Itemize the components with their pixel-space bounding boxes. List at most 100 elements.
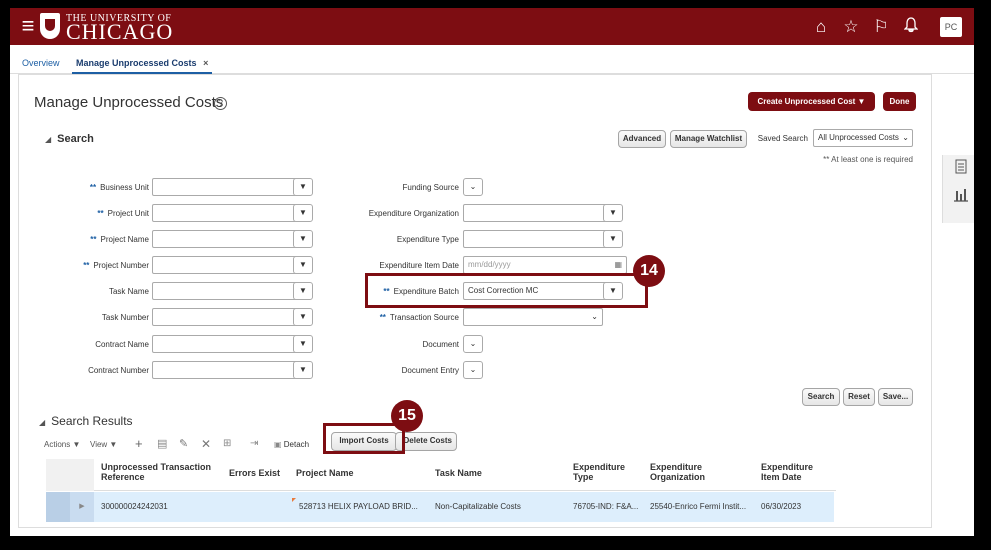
document-select[interactable]: ⌄ [463,335,483,353]
expenditure-organization-label: Expenditure Organization [368,209,459,218]
step-callout-14: 14 [633,255,665,287]
analytics-chart-icon[interactable] [950,186,972,208]
required-marker: ** [83,261,90,270]
done-button[interactable]: Done [883,92,916,111]
freeze-icon[interactable]: ⊞ [223,436,231,452]
project-name-dropdown[interactable]: ▼ [293,230,313,248]
duplicate-icon[interactable]: ▤ [157,436,167,452]
actions-menu[interactable]: Actions ▼ [44,437,80,453]
project-name-input[interactable] [152,230,297,248]
project-number-input[interactable] [152,256,297,274]
col-expenditure-organization[interactable]: Expenditure Organization [650,462,720,482]
task-name-input[interactable] [152,282,297,300]
view-menu[interactable]: View ▼ [90,437,117,453]
expenditure-type-dropdown[interactable]: ▼ [603,230,623,248]
chevron-down-icon: ⌄ [591,312,598,321]
global-header: ≡ THE UNIVERSITY OF CHICAGO ⌂ ☆ ⚐ PC [10,8,974,45]
advanced-button[interactable]: Advanced [618,130,666,148]
task-number-label: Task Number [101,313,149,322]
task-number-input[interactable] [152,308,297,326]
expenditure-organization-dropdown[interactable]: ▼ [603,204,623,222]
contract-number-input[interactable] [152,361,297,379]
cell-transaction-reference: 300000024242031 [101,502,168,511]
project-unit-dropdown[interactable]: ▼ [293,204,313,222]
save-search-button[interactable]: Save... [878,388,913,406]
search-button[interactable]: Search [802,388,840,406]
col-expenditure-item-date[interactable]: Expenditure Item Date [761,462,821,482]
project-number-dropdown[interactable]: ▼ [293,256,313,274]
home-icon[interactable]: ⌂ [810,17,832,37]
cell-task-name: Non-Capitalizable Costs [435,502,521,511]
col-task-name[interactable]: Task Name [435,468,482,478]
required-marker: ** [379,313,386,322]
contract-number-dropdown[interactable]: ▼ [293,361,313,379]
label-text: Project Number [93,261,149,270]
required-marker: ** [90,235,97,244]
calendar-icon[interactable]: ▦ [614,257,622,273]
document-label: Document [422,340,459,349]
add-icon[interactable]: + [135,436,143,452]
results-table-header: Unprocessed Transaction Reference Errors… [46,459,836,491]
detach-control[interactable]: ▣ Detach [274,437,309,453]
document-entry-select[interactable]: ⌄ [463,361,483,379]
contract-name-input[interactable] [152,335,297,353]
wrap-icon[interactable]: ⇥ [250,436,258,452]
expenditure-organization-input[interactable] [463,204,607,222]
menu-hamburger-icon[interactable]: ≡ [18,14,38,38]
expenditure-batch-highlight [365,273,648,308]
table-row[interactable]: ▶ 300000024242031 528713 HELIX PAYLOAD B… [46,492,834,522]
funding-source-select[interactable]: ⌄ [463,178,483,196]
create-unprocessed-cost-button[interactable]: Create Unprocessed Cost ▼ [748,92,875,111]
user-avatar[interactable]: PC [940,17,962,37]
label-text: Transaction Source [389,313,459,322]
reset-button[interactable]: Reset [843,388,875,406]
col-project-name[interactable]: Project Name [296,468,354,478]
delete-x-icon[interactable]: ✕ [201,436,211,452]
help-icon[interactable]: ? [214,97,227,110]
required-marker: ** [97,209,104,218]
saved-search-label: Saved Search [757,134,808,143]
search-section-header[interactable]: ◢ Search [45,133,94,145]
business-unit-dropdown[interactable]: ▼ [293,178,313,196]
page-title: Manage Unprocessed Costs [34,94,224,111]
contract-name-dropdown[interactable]: ▼ [293,335,313,353]
close-tab-icon[interactable]: × [203,58,208,68]
collapse-triangle-icon: ◢ [45,135,52,144]
col-errors-exist[interactable]: Errors Exist [229,468,280,478]
task-name-dropdown[interactable]: ▼ [293,282,313,300]
row-expand-icon[interactable]: ▶ [70,492,94,522]
label-text: Project Unit [107,209,149,218]
date-placeholder: mm/dd/yyyy [468,260,511,269]
contract-number-label: Contract Number [88,366,149,375]
tab-overview[interactable]: Overview [22,52,60,74]
project-number-label: ** Project Number [39,261,149,270]
col-transaction-reference[interactable]: Unprocessed Transaction Reference [101,462,221,482]
transaction-source-select[interactable]: ⌄ [463,308,603,326]
search-results-header[interactable]: ◢ Search Results [39,414,133,428]
notifications-bell-icon[interactable] [900,17,922,37]
cell-expenditure-item-date: 06/30/2023 [761,502,802,511]
application-window: ≡ THE UNIVERSITY OF CHICAGO ⌂ ☆ ⚐ PC Ove… [10,8,974,536]
university-crest-logo [40,13,60,39]
expenditure-item-date-input[interactable]: mm/dd/yyyy ▦ [463,256,627,274]
edit-pencil-icon[interactable]: ✎ [179,436,188,452]
tab-manage-unprocessed-costs[interactable]: Manage Unprocessed Costs × [72,52,213,74]
notes-icon[interactable] [950,158,972,180]
funding-source-label: Funding Source [402,183,459,192]
project-unit-input[interactable] [152,204,297,222]
manage-watchlist-button[interactable]: Manage Watchlist [670,130,747,148]
flag-icon[interactable]: ⚐ [870,17,892,37]
page-tabs: Overview Manage Unprocessed Costs × [10,52,974,74]
document-entry-label: Document Entry [401,366,459,375]
required-note: ** At least one is required [823,155,913,164]
label-text: Project Name [100,235,149,244]
col-expenditure-type[interactable]: Expenditure Type [573,462,633,482]
saved-search-select[interactable]: All Unprocessed Costs ⌄ [813,129,913,147]
favorites-star-icon[interactable]: ☆ [840,17,862,37]
expenditure-type-label: Expenditure Type [396,235,459,244]
task-number-dropdown[interactable]: ▼ [293,308,313,326]
search-heading: Search [57,133,94,145]
row-selector[interactable] [46,492,70,522]
business-unit-input[interactable] [152,178,297,196]
expenditure-type-input[interactable] [463,230,607,248]
